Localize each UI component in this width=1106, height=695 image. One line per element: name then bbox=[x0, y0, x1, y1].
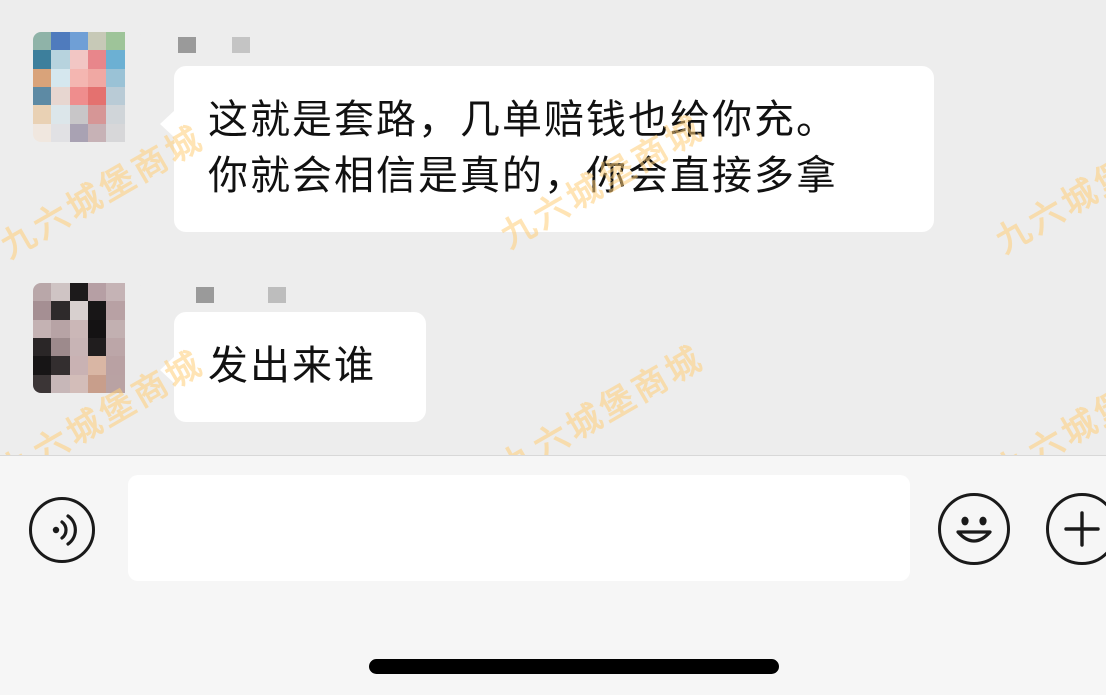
message-input[interactable] bbox=[128, 475, 910, 581]
plus-icon bbox=[1064, 511, 1100, 547]
sender-name-redacted bbox=[178, 37, 250, 53]
voice-button[interactable] bbox=[29, 497, 95, 563]
home-indicator[interactable] bbox=[369, 659, 779, 674]
sender-name-redacted bbox=[196, 287, 286, 303]
watermark: 九六城堡商城 bbox=[494, 337, 712, 455]
emoji-icon bbox=[956, 516, 992, 543]
sender-avatar[interactable] bbox=[33, 32, 143, 142]
watermark: 九六城堡商城 bbox=[989, 342, 1106, 455]
plus-button[interactable] bbox=[1046, 493, 1106, 565]
message-bubble[interactable]: 这就是套路，几单赔钱也给你充。 你就会相信是真的，你会直接多拿 bbox=[160, 66, 934, 232]
chat-area[interactable]: 这就是套路，几单赔钱也给你充。 你就会相信是真的，你会直接多拿 发出来谁 九六城… bbox=[0, 0, 1106, 455]
message-bubble[interactable]: 发出来谁 bbox=[160, 312, 426, 422]
emoji-button[interactable] bbox=[938, 493, 1010, 565]
sender-avatar[interactable] bbox=[33, 283, 143, 393]
voice-icon bbox=[52, 514, 77, 546]
watermark: 九六城堡商城 bbox=[989, 112, 1106, 262]
